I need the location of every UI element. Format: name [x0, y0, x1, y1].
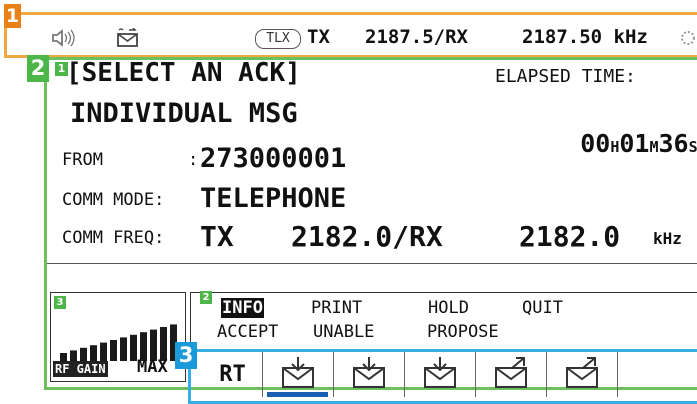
from-label: FROM — [62, 150, 103, 170]
status-tx-label: TX — [307, 26, 330, 48]
page-title: [SELECT AN ACK] — [66, 58, 301, 88]
elapsed-minutes: 01 — [619, 129, 650, 158]
divider-line — [47, 263, 697, 264]
gain-bar — [70, 350, 77, 361]
envelope-in-icon — [350, 356, 388, 394]
gain-bar — [130, 334, 137, 361]
comm-freq-value: 2182.0/RX — [291, 220, 443, 253]
menu-info[interactable]: INFO — [221, 298, 264, 318]
comm-freq-unit: kHz — [653, 229, 682, 248]
callout-1: 1 — [4, 4, 21, 28]
mode-badge: TLX — [255, 29, 301, 49]
elapsed-h-unit: H — [610, 138, 620, 156]
toolbar-envelope-out-1[interactable] — [475, 352, 547, 397]
gain-bar — [120, 337, 127, 361]
comm-freq-label: COMM FREQ: — [62, 228, 165, 248]
gain-bar — [110, 340, 117, 361]
comm-mode-value: TELEPHONE — [200, 183, 347, 214]
elapsed-time-value: 00H01M36S — [520, 100, 697, 187]
callout-2: 2 — [27, 55, 49, 82]
rt-label: RT — [219, 362, 246, 387]
toolbar-envelope-out-2[interactable] — [546, 352, 618, 397]
elapsed-s-unit: S — [688, 138, 697, 156]
status-rx-freq: 2187.50 kHz — [522, 26, 648, 48]
callout-2-2: 2 — [200, 291, 212, 304]
speaker-icon[interactable] — [50, 28, 78, 52]
menu-accept[interactable]: ACCEPT — [217, 322, 278, 342]
from-colon: : — [188, 150, 199, 170]
elapsed-seconds: 36 — [658, 129, 689, 158]
toolbar-envelope-in-3[interactable] — [404, 352, 476, 397]
busy-spinner-icon — [680, 29, 696, 51]
comm-freq-rx: 2182.0 — [519, 220, 621, 253]
menu-panel: 2 INFO PRINT HOLD QUIT ACCEPT UNABLE PRO… — [190, 291, 697, 349]
menu-print[interactable]: PRINT — [311, 298, 362, 318]
status-tx-freq: 2187.5/RX — [365, 26, 468, 48]
rf-gain-panel: 3 RF GAIN MAX — [50, 292, 186, 382]
message-subtitle: INDIVIDUAL MSG — [70, 98, 298, 129]
toolbar-envelope-in-2[interactable] — [333, 352, 405, 397]
callout-3-small: 3 — [54, 296, 66, 309]
menu-propose[interactable]: PROPOSE — [427, 322, 499, 342]
menu-quit[interactable]: QUIT — [522, 298, 563, 318]
rt-button[interactable]: RT — [191, 352, 263, 397]
toolbar-envelope-in-1[interactable] — [262, 352, 334, 397]
comm-freq-tx: TX — [200, 220, 234, 253]
elapsed-m-unit: M — [649, 138, 659, 156]
envelope-out-icon — [492, 356, 530, 394]
toolbar: RT — [191, 352, 697, 397]
gain-bar — [100, 342, 107, 361]
active-tab-indicator — [267, 392, 328, 397]
envelope-icon[interactable] — [115, 27, 141, 52]
message-panel: [SELECT AN ACK] ELAPSED TIME: INDIVIDUAL… — [48, 58, 697, 265]
comm-mode-label: COMM MODE: — [62, 190, 165, 210]
envelope-out-icon — [563, 356, 601, 394]
gain-bar — [160, 327, 167, 361]
menu-hold[interactable]: HOLD — [428, 298, 469, 318]
from-value: 273000001 — [200, 143, 347, 174]
status-bar: TLX TX 2187.5/RX 2187.50 kHz — [20, 26, 697, 52]
envelope-in-icon — [421, 356, 459, 394]
rf-gain-level: MAX — [137, 357, 168, 377]
elapsed-time-label: ELAPSED TIME: — [495, 66, 636, 87]
elapsed-hours: 00 — [580, 129, 611, 158]
rf-gain-label: RF GAIN — [53, 361, 108, 377]
envelope-in-icon — [279, 356, 317, 394]
gain-bar — [90, 345, 97, 361]
gain-bar — [80, 347, 87, 361]
gain-bar — [60, 353, 67, 361]
menu-unable[interactable]: UNABLE — [313, 322, 374, 342]
